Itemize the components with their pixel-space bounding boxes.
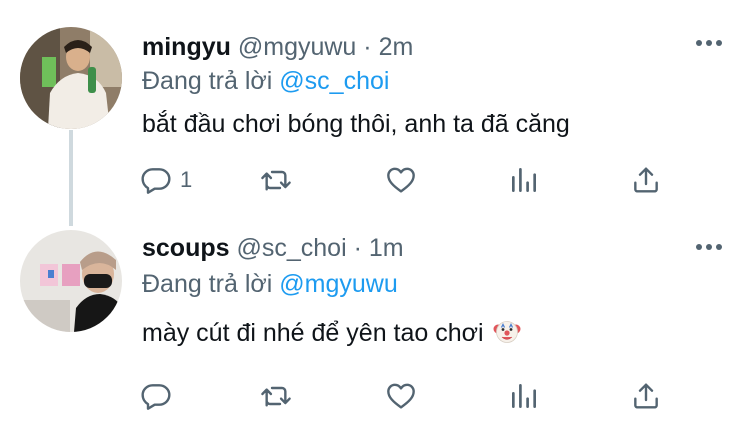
separator-dot: ·	[353, 234, 362, 262]
clown-face-emoji-icon	[493, 318, 521, 346]
reply-count: 1	[180, 167, 193, 192]
display-name[interactable]: scoups	[142, 234, 230, 262]
reply-button[interactable]	[140, 378, 172, 414]
mention-link[interactable]: @mgyuwu	[279, 270, 397, 298]
views-button[interactable]	[508, 162, 540, 198]
views-icon	[512, 384, 536, 408]
like-icon	[387, 383, 415, 409]
tweet-header: scoups @sc_choi · 1m	[142, 233, 404, 263]
share-button[interactable]	[630, 378, 662, 414]
share-button[interactable]	[630, 162, 662, 198]
user-handle[interactable]: @sc_choi	[236, 234, 346, 262]
tweet-text: bắt đầu chơi bóng thôi, anh ta đã căng	[142, 110, 570, 138]
timestamp[interactable]: 2m	[379, 33, 414, 61]
tweet-text: mày cút đi nhé để yên tao chơi	[142, 317, 521, 349]
reply-icon	[141, 168, 171, 194]
views-icon	[512, 168, 536, 192]
more-icon[interactable]	[692, 32, 726, 54]
retweet-button[interactable]	[260, 378, 292, 414]
share-icon	[634, 167, 658, 193]
tweet-text-content: mày cút đi nhé để yên tao chơi	[142, 319, 484, 347]
reply-icon	[141, 384, 171, 410]
like-button[interactable]	[385, 378, 417, 414]
display-name[interactable]: mingyu	[142, 33, 231, 61]
more-icon[interactable]	[692, 236, 726, 258]
separator-dot: ·	[363, 33, 372, 61]
user-handle[interactable]: @mgyuwu	[238, 33, 356, 61]
tweet[interactable]: scoups @sc_choi · 1m Đang trả lời @mgyuw…	[0, 212, 750, 423]
retweet-button[interactable]	[260, 162, 292, 198]
tweet[interactable]: mingyu @mgyuwu · 2m Đang trả lời @sc_cho…	[0, 0, 750, 212]
mention-link[interactable]: @sc_choi	[279, 67, 389, 95]
retweet-icon	[261, 170, 291, 191]
like-icon	[387, 167, 415, 193]
replying-to-label: Đang trả lời	[142, 67, 273, 95]
like-button[interactable]	[385, 162, 417, 198]
tweet-actions	[140, 378, 680, 414]
replying-to: Đang trả lời @sc_choi	[142, 66, 389, 96]
reply-button[interactable]: 1	[140, 162, 192, 198]
replying-to-label: Đang trả lời	[142, 270, 273, 298]
timestamp[interactable]: 1m	[369, 234, 404, 262]
avatar[interactable]	[20, 27, 122, 129]
tweet-header: mingyu @mgyuwu · 2m	[142, 32, 413, 62]
avatar-image	[20, 230, 122, 332]
share-icon	[634, 383, 658, 409]
tweet-actions: 1	[140, 162, 680, 198]
avatar-image	[20, 27, 122, 129]
avatar[interactable]	[20, 230, 122, 332]
retweet-icon	[261, 386, 291, 407]
replying-to: Đang trả lời @mgyuwu	[142, 269, 398, 299]
views-button[interactable]	[508, 378, 540, 414]
